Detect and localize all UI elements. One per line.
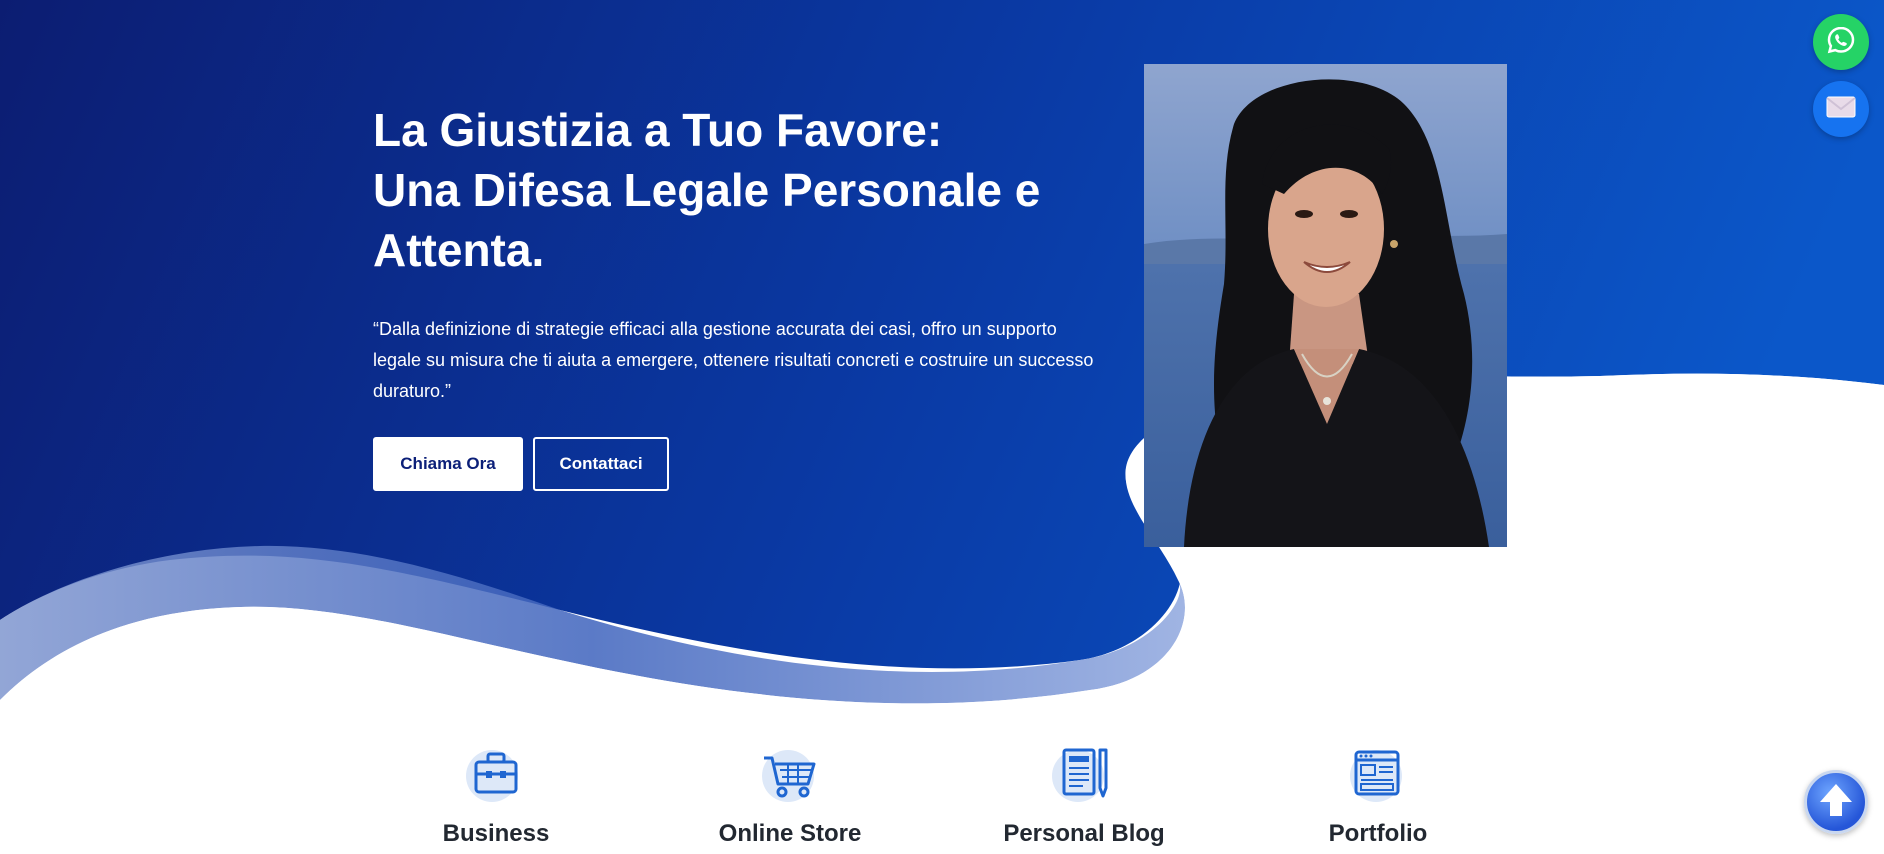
arrow-up-icon — [1816, 780, 1856, 825]
hero-title-line-3: Attenta. — [373, 224, 545, 276]
contact-button[interactable]: Contattaci — [533, 437, 669, 491]
features-row: Business Online Store Personal Blog Port… — [0, 742, 1884, 854]
feature-portfolio[interactable]: Portfolio — [1238, 742, 1518, 848]
cart-icon — [758, 742, 822, 806]
document-pen-icon — [1052, 742, 1116, 806]
feature-business[interactable]: Business — [356, 742, 636, 848]
feature-online-store[interactable]: Online Store — [650, 742, 930, 848]
whatsapp-icon — [1825, 24, 1857, 61]
envelope-icon — [1826, 96, 1856, 123]
feature-label: Portfolio — [1328, 820, 1428, 847]
feature-label: Online Store — [718, 820, 862, 847]
feature-label: Business — [442, 820, 550, 847]
hero-section: La Giustizia a Tuo Favore: Una Difesa Le… — [373, 100, 1113, 491]
scroll-to-top-button[interactable] — [1804, 770, 1868, 834]
hero-title-line-1: La Giustizia a Tuo Favore: — [373, 104, 943, 156]
hero-description: “Dalla definizione di strategie efficaci… — [373, 319, 1094, 401]
web-page-icon — [1346, 742, 1410, 806]
call-now-button[interactable]: Chiama Ora — [373, 437, 523, 491]
whatsapp-button[interactable] — [1813, 14, 1869, 70]
hero-title-line-2: Una Difesa Legale Personale e — [373, 164, 1041, 216]
lawyer-portrait-photo — [1144, 64, 1507, 547]
feature-personal-blog[interactable]: Personal Blog — [944, 742, 1224, 848]
briefcase-icon — [464, 742, 528, 806]
feature-label: Personal Blog — [1003, 820, 1165, 847]
hero-title: La Giustizia a Tuo Favore: Una Difesa Le… — [373, 100, 1113, 280]
hero-buttons: Chiama Ora Contattaci — [373, 437, 1113, 491]
email-button[interactable] — [1813, 81, 1869, 137]
